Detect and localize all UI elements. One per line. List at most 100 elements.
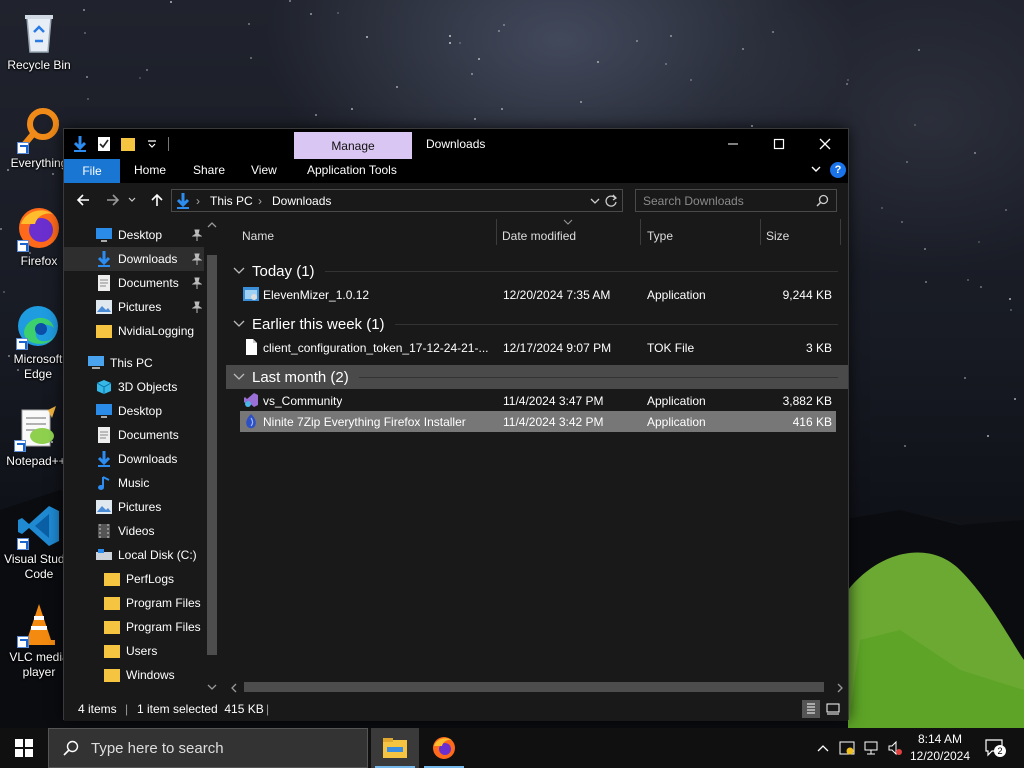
nav-item-downloads-quick[interactable]: Downloads <box>64 247 204 271</box>
recent-locations-button[interactable] <box>126 191 138 209</box>
nav-item-perflogs[interactable]: PerfLogs <box>64 567 204 591</box>
group-header-earlier-this-week[interactable]: Earlier this week (1) <box>226 312 848 336</box>
details-view-button[interactable] <box>802 700 820 718</box>
search-input[interactable] <box>636 190 812 211</box>
scroll-left-icon[interactable] <box>230 683 238 693</box>
column-separator[interactable] <box>496 219 497 245</box>
minimize-button[interactable] <box>710 129 756 159</box>
nav-item-downloads[interactable]: Downloads <box>64 447 204 471</box>
column-header-date-modified[interactable]: Date modified <box>502 229 576 243</box>
taskbar-search-box[interactable]: Type here to search <box>48 728 368 768</box>
start-button[interactable] <box>0 728 48 768</box>
help-button[interactable]: ? <box>830 162 846 178</box>
horizontal-scrollbar[interactable] <box>224 679 848 695</box>
desktop-icon-recycle-bin[interactable]: Recycle Bin <box>0 8 78 73</box>
pin-icon <box>191 277 203 292</box>
nav-item-documents[interactable]: Documents <box>64 423 204 447</box>
star <box>396 86 398 88</box>
star <box>449 42 451 44</box>
nav-item-users[interactable]: Users <box>64 639 204 663</box>
column-header-name[interactable]: Name <box>242 229 274 243</box>
tray-network-icon[interactable] <box>862 739 880 757</box>
nav-item-program-files[interactable]: Program Files <box>64 591 204 615</box>
file-row[interactable]: client_configuration_token_17-12-24-21-.… <box>240 337 836 358</box>
file-row[interactable]: ElevenMizer_1.0.12 12/20/2024 7:35 AM Ap… <box>240 284 836 305</box>
desktop-icon-notepadpp[interactable]: Notepad++ <box>0 404 72 469</box>
column-header-type[interactable]: Type <box>647 229 673 243</box>
breadcrumb-downloads[interactable]: Downloads <box>272 194 331 208</box>
firefox-icon <box>433 737 455 759</box>
nav-pane-scrollbar[interactable] <box>204 217 220 697</box>
nav-item-windows[interactable]: Windows <box>64 663 204 687</box>
tray-security-icon[interactable] <box>838 739 856 757</box>
nav-item-desktop[interactable]: Desktop <box>64 399 204 423</box>
group-header-today[interactable]: Today (1) <box>226 259 848 283</box>
status-divider: | <box>266 702 270 716</box>
scroll-right-icon[interactable] <box>836 683 844 693</box>
title-bar[interactable]: Manage Downloads <box>64 129 848 159</box>
taskbar-clock[interactable]: 8:14 AM 12/20/2024 <box>900 731 980 765</box>
properties-check-icon[interactable] <box>96 135 112 153</box>
nav-item-pictures[interactable]: Pictures <box>64 495 204 519</box>
maximize-button[interactable] <box>756 129 802 159</box>
column-separator[interactable] <box>640 219 641 245</box>
file-row-selected[interactable]: Ninite 7Zip Everything Firefox Installer… <box>240 411 836 432</box>
column-separator[interactable] <box>760 219 761 245</box>
pin-icon <box>191 301 203 316</box>
file-type: Application <box>647 288 706 302</box>
new-folder-icon[interactable] <box>120 135 136 153</box>
close-button[interactable] <box>802 129 848 159</box>
nav-item-label: This PC <box>110 356 153 370</box>
vlc-icon <box>15 600 63 648</box>
up-button[interactable] <box>148 191 166 209</box>
action-center-button[interactable]: 2 <box>984 739 1006 757</box>
star <box>974 152 976 154</box>
show-hidden-icons-button[interactable] <box>814 739 832 757</box>
back-button[interactable] <box>74 191 92 209</box>
expand-ribbon-button[interactable] <box>810 163 822 178</box>
nav-item-videos[interactable]: Videos <box>64 519 204 543</box>
desktop-icon <box>96 403 112 419</box>
star <box>978 241 980 243</box>
large-icons-view-button[interactable] <box>824 700 842 718</box>
nav-item-this-pc[interactable]: This PC <box>64 351 204 375</box>
tab-share[interactable]: Share <box>193 163 225 177</box>
tab-application-tools[interactable]: Application Tools <box>307 163 397 177</box>
address-bar[interactable]: › This PC › Downloads <box>171 189 623 212</box>
scroll-down-icon[interactable] <box>207 683 217 691</box>
column-separator[interactable] <box>840 219 841 245</box>
tab-home[interactable]: Home <box>134 163 166 177</box>
nav-item-documents-quick[interactable]: Documents <box>64 271 204 295</box>
firefox-icon <box>15 204 63 252</box>
tab-file[interactable]: File <box>64 159 120 183</box>
breadcrumb-this-pc[interactable]: This PC <box>210 194 253 208</box>
nav-item-3d-objects[interactable]: 3D Objects <box>64 375 204 399</box>
tab-view[interactable]: View <box>251 163 277 177</box>
documents-icon <box>96 427 112 443</box>
chevron-down-icon <box>232 267 246 275</box>
notification-badge: 2 <box>994 745 1006 757</box>
minimize-icon <box>728 143 738 145</box>
nav-item-nvidialogging[interactable]: NvidiaLogging <box>64 319 204 343</box>
search-icon[interactable] <box>816 194 829 207</box>
nav-item-program-files-x86[interactable]: Program Files (x86) <box>64 615 204 639</box>
file-size: 9,244 KB <box>782 288 832 302</box>
nav-item-music[interactable]: Music <box>64 471 204 495</box>
group-header-last-month[interactable]: Last month (2) <box>226 365 848 389</box>
address-dropdown-icon[interactable] <box>590 196 600 206</box>
tab-manage[interactable]: Manage <box>294 132 412 159</box>
customize-toolbar-icon[interactable] <box>144 135 160 153</box>
forward-button[interactable] <box>104 191 122 209</box>
nav-item-desktop-quick[interactable]: Desktop <box>64 223 204 247</box>
scrollbar-thumb[interactable] <box>207 255 217 655</box>
nav-item-local-disk[interactable]: Local Disk (C:) <box>64 543 204 567</box>
scrollbar-thumb[interactable] <box>244 682 824 692</box>
column-header-size[interactable]: Size <box>766 229 789 243</box>
download-arrow-icon[interactable] <box>72 135 88 153</box>
taskbar-firefox[interactable] <box>420 728 468 768</box>
refresh-icon[interactable] <box>604 194 618 208</box>
scroll-up-icon[interactable] <box>207 221 217 229</box>
nav-item-pictures-quick[interactable]: Pictures <box>64 295 204 319</box>
file-row[interactable]: vs_Community 11/4/2024 3:47 PM Applicati… <box>240 390 836 411</box>
taskbar-file-explorer[interactable] <box>371 728 419 768</box>
